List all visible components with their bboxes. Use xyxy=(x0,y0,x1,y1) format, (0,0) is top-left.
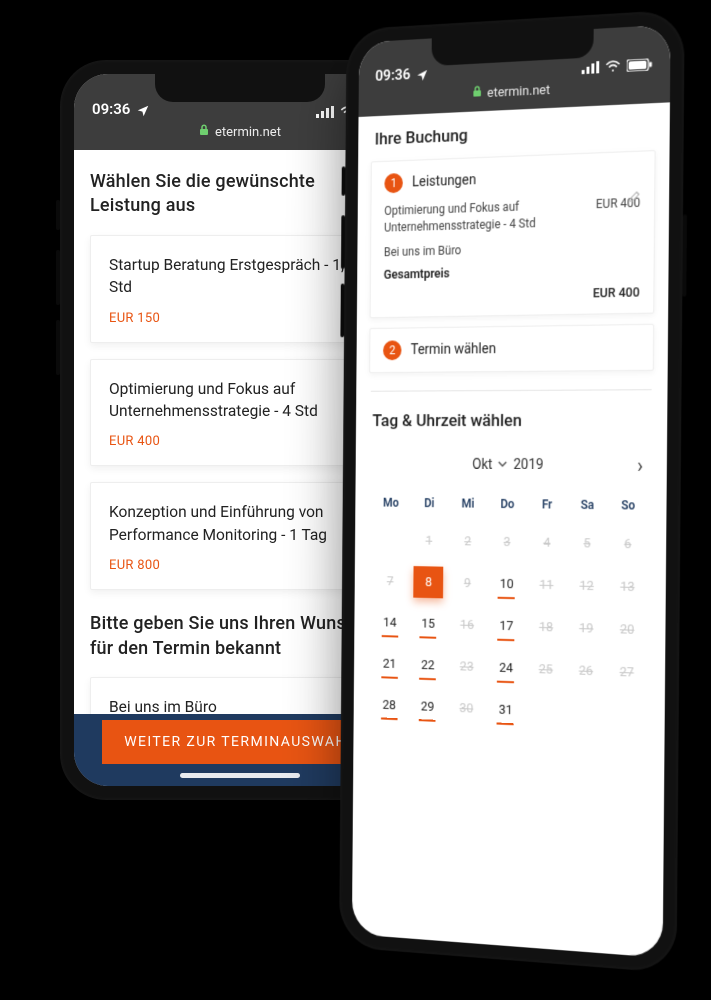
booking-summary-card: 1 Leistungen Optimierung und Fokus auf U… xyxy=(370,150,656,319)
calendar-day: 9 xyxy=(452,567,482,600)
divider xyxy=(371,390,652,393)
calendar-day: 3 xyxy=(492,526,523,559)
calendar-day[interactable]: 21 xyxy=(375,648,405,680)
calendar-day: 19 xyxy=(571,612,602,645)
calendar-day[interactable]: 17 xyxy=(491,610,522,643)
signal-icon xyxy=(582,61,600,74)
calendar-grid: MoDiMiDoFrSaSo 1234567891011121314151617… xyxy=(370,488,649,737)
calendar-day[interactable]: 31 xyxy=(490,694,521,727)
calendar-day: 11 xyxy=(531,569,562,602)
total-value: EUR 400 xyxy=(593,286,640,302)
booking-step-card[interactable]: 2 Termin wählen xyxy=(369,324,654,373)
calendar-day: 16 xyxy=(452,609,482,642)
calendar-day[interactable]: 15 xyxy=(413,608,443,640)
lock-icon xyxy=(472,85,482,103)
calendar-day: 20 xyxy=(611,613,643,646)
signal-icon xyxy=(316,106,334,118)
booking-heading: Ihre Buchung xyxy=(375,117,654,149)
step-badge: 2 xyxy=(383,341,402,361)
calendar-day: 13 xyxy=(612,571,644,604)
calendar-next-icon[interactable]: › xyxy=(637,454,643,479)
calendar-day[interactable]: 10 xyxy=(491,568,522,601)
edit-icon[interactable] xyxy=(628,188,642,207)
calendar: ‹ Okt 2019 › MoDiMiDoFrSaSo 123456789101… xyxy=(366,443,653,748)
calendar-month-selector[interactable]: Okt 2019 xyxy=(472,457,543,473)
calendar-day: 5 xyxy=(571,527,602,560)
calendar-day: 30 xyxy=(451,692,481,725)
calendar-dow: Sa xyxy=(567,490,608,523)
calendar-day[interactable]: 24 xyxy=(491,652,522,685)
service-title: Startup Beratung Erstgespräch - 1,5 Std xyxy=(109,254,371,299)
booking-location: Bei uns im Büro xyxy=(384,237,640,261)
wifi-icon xyxy=(605,60,621,73)
browser-url: etermin.net xyxy=(215,124,281,142)
status-time: 09:36 xyxy=(92,100,130,118)
calendar-month: Okt xyxy=(472,457,492,473)
chevron-down-icon xyxy=(498,457,508,473)
calendar-day[interactable]: 29 xyxy=(413,691,443,724)
calendar-day[interactable]: 8 xyxy=(414,566,444,598)
calendar-dow: So xyxy=(607,490,648,523)
lock-icon xyxy=(199,124,209,142)
calendar-dow: Mo xyxy=(372,488,410,520)
step-label: Leistungen xyxy=(412,172,476,190)
service-title: Konzeption und Einführung von Performanc… xyxy=(109,501,371,546)
calendar-day: 1 xyxy=(414,525,444,557)
phone-notch xyxy=(155,74,325,102)
calendar-day: 4 xyxy=(531,527,562,560)
booking-service-desc: Optimierung und Fokus auf Unternehmensst… xyxy=(384,196,596,236)
calendar-day: 6 xyxy=(612,528,644,561)
service-title: Optimierung und Fokus auf Unternehmensst… xyxy=(109,378,371,423)
calendar-dow: Mi xyxy=(448,489,487,521)
calendar-day: 23 xyxy=(452,651,482,684)
status-location-arrow-icon xyxy=(136,104,150,118)
phone-mockup-right: 09:36 etermin.net Ihre Buchung 1 Leistun… xyxy=(339,9,685,973)
battery-icon xyxy=(627,58,653,72)
service-price: EUR 800 xyxy=(109,558,371,573)
calendar-day: 25 xyxy=(530,653,561,686)
calendar-day[interactable]: 14 xyxy=(375,607,405,639)
calendar-dow: Fr xyxy=(527,490,567,523)
status-time: 09:36 xyxy=(375,65,410,85)
calendar-dow: Do xyxy=(488,489,528,521)
calendar-day: 18 xyxy=(531,611,562,644)
step-badge: 1 xyxy=(384,173,403,193)
service-price: EUR 400 xyxy=(109,434,371,449)
step-label: Termin wählen xyxy=(411,342,496,359)
total-label: Gesamtpreis xyxy=(384,267,450,283)
home-indicator[interactable] xyxy=(180,773,300,778)
calendar-day: 26 xyxy=(570,654,601,687)
status-location-arrow-icon xyxy=(416,68,429,83)
calendar-day[interactable]: 28 xyxy=(374,689,404,722)
continue-button[interactable]: WEITER ZUR TERMINAUSWAHL xyxy=(102,720,378,764)
browser-url: etermin.net xyxy=(487,82,550,103)
calendar-day: 7 xyxy=(375,566,405,598)
calendar-day[interactable]: 22 xyxy=(413,649,443,682)
calendar-dow: Di xyxy=(410,489,449,521)
datetime-heading: Tag & Uhrzeit wählen xyxy=(372,411,651,431)
calendar-day: 12 xyxy=(571,570,602,603)
service-price: EUR 150 xyxy=(109,311,371,326)
calendar-year: 2019 xyxy=(513,457,543,473)
calendar-day: 2 xyxy=(453,526,483,558)
calendar-day: 27 xyxy=(611,656,643,690)
